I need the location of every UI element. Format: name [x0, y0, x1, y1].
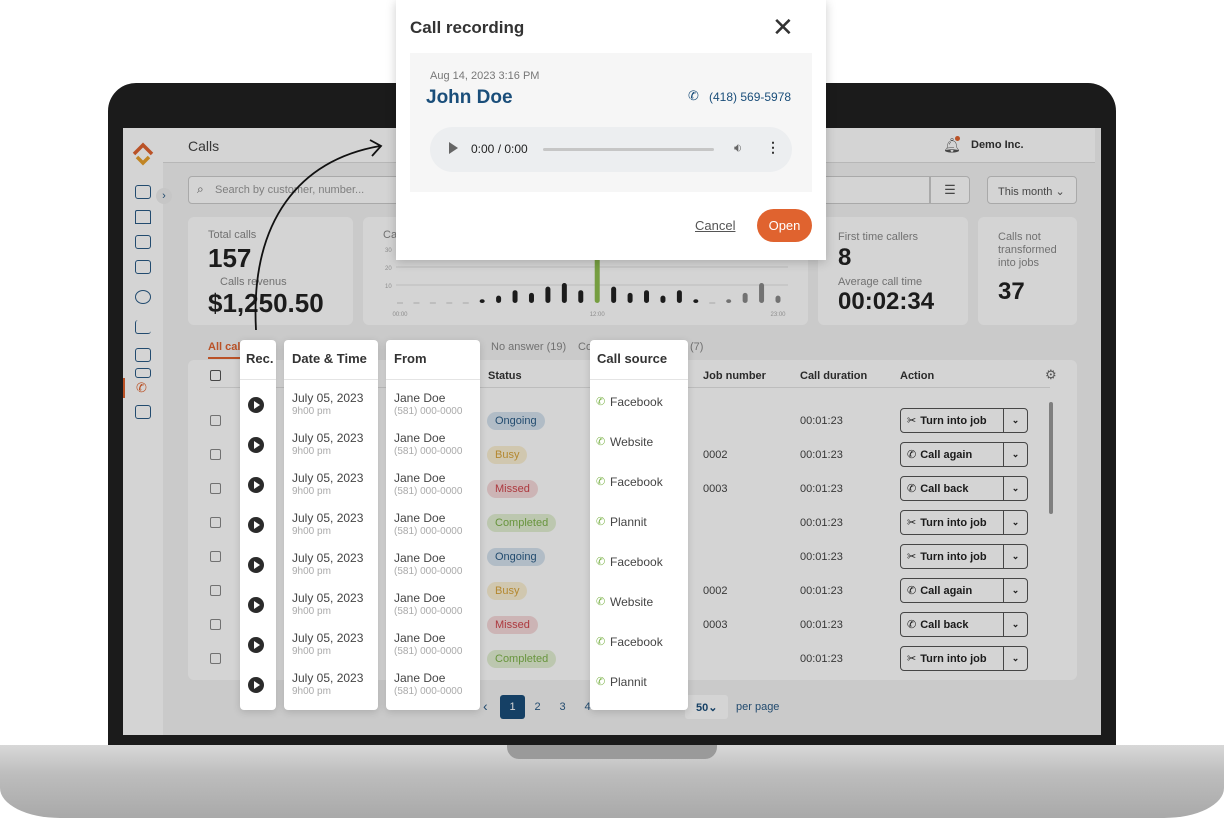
- call-recording-modal: Call recording ✕ Aug 14, 2023 3:16 PM Jo…: [396, 0, 826, 260]
- audio-time: 0:00 / 0:00: [471, 142, 528, 156]
- audio-player: 0:00 / 0:00 🔉︎ ⋮: [430, 127, 792, 172]
- cancel-button[interactable]: Cancel: [695, 218, 735, 233]
- caller-phone[interactable]: (418) 569-5978: [709, 90, 791, 104]
- volume-icon[interactable]: 🔉︎: [734, 140, 742, 156]
- recording-details: Aug 14, 2023 3:16 PM John Doe ✆ (418) 56…: [410, 53, 812, 192]
- recording-datetime: Aug 14, 2023 3:16 PM: [430, 70, 540, 82]
- audio-progress-slider[interactable]: [543, 148, 714, 151]
- caller-name: John Doe: [426, 87, 513, 108]
- modal-title: Call recording: [410, 18, 525, 37]
- play-icon[interactable]: [449, 142, 458, 154]
- open-button[interactable]: Open: [757, 209, 812, 242]
- phone-icon: ✆: [688, 88, 699, 103]
- close-icon[interactable]: ✕: [772, 12, 794, 43]
- more-options-icon[interactable]: ⋮: [766, 139, 780, 156]
